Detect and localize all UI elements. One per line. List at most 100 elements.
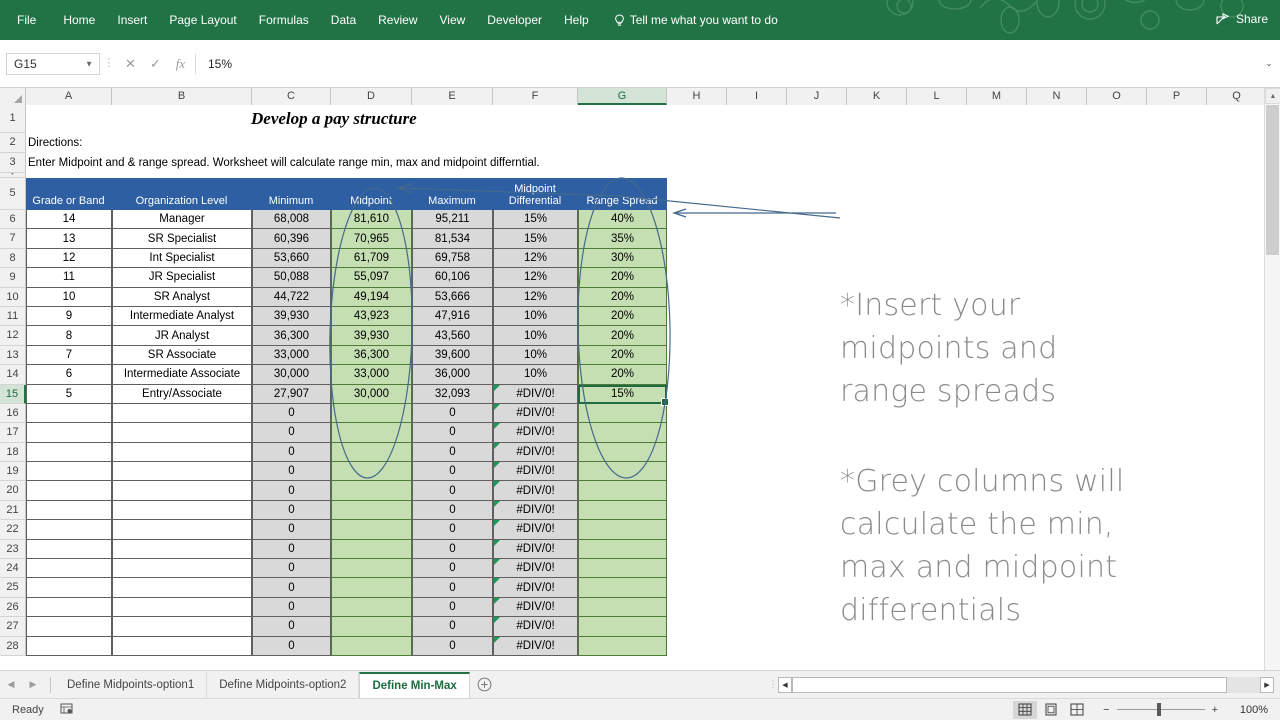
chevron-right-icon[interactable]: ▶: [22, 672, 44, 698]
grid-cell-blank[interactable]: [667, 637, 1280, 656]
row-header-19[interactable]: 19: [0, 462, 26, 481]
grid-cell-blank[interactable]: [667, 249, 1280, 268]
cell-midpoint[interactable]: [331, 520, 412, 539]
cell-range-spread[interactable]: [578, 520, 667, 539]
cell-grade[interactable]: [26, 559, 112, 578]
cell-minimum[interactable]: 44,722: [252, 288, 331, 307]
cell-midpoint[interactable]: [331, 578, 412, 597]
zoom-control[interactable]: − +: [1103, 704, 1218, 716]
cell-grade[interactable]: 5: [26, 385, 112, 404]
cell-maximum[interactable]: 0: [412, 598, 493, 617]
fx-icon[interactable]: fx: [168, 53, 193, 75]
cell-grade[interactable]: 6: [26, 365, 112, 384]
column-header-f[interactable]: F: [493, 88, 578, 105]
share-button[interactable]: Share: [1216, 12, 1268, 26]
cell-midpoint-differential[interactable]: #DIV/0!: [493, 520, 578, 539]
cell-grade[interactable]: [26, 462, 112, 481]
cell-range-spread[interactable]: 15%: [578, 385, 667, 404]
cell-level[interactable]: [112, 481, 252, 500]
cell-level[interactable]: [112, 501, 252, 520]
cell-level[interactable]: [112, 404, 252, 423]
cell-midpoint[interactable]: [331, 404, 412, 423]
cancel-icon[interactable]: ✕: [118, 53, 143, 75]
row-header-17[interactable]: 17: [0, 423, 26, 442]
row-header-24[interactable]: 24: [0, 559, 26, 578]
cell-level[interactable]: JR Analyst: [112, 326, 252, 345]
cell-minimum[interactable]: 0: [252, 540, 331, 559]
cell-level[interactable]: [112, 578, 252, 597]
cell-range-spread[interactable]: 20%: [578, 365, 667, 384]
row-header-9[interactable]: 9: [0, 268, 26, 287]
cell-maximum[interactable]: 69,758: [412, 249, 493, 268]
row-header-8[interactable]: 8: [0, 249, 26, 268]
cell-midpoint-differential[interactable]: 10%: [493, 326, 578, 345]
cell-midpoint[interactable]: [331, 540, 412, 559]
column-header-d[interactable]: D: [331, 88, 412, 105]
cell-midpoint[interactable]: 61,709: [331, 249, 412, 268]
cell-level[interactable]: JR Specialist: [112, 268, 252, 287]
cell-midpoint[interactable]: [331, 598, 412, 617]
menu-item-file[interactable]: File: [0, 0, 52, 40]
cell-range-spread[interactable]: [578, 443, 667, 462]
row-header-10[interactable]: 10: [0, 288, 26, 307]
cell-range-spread[interactable]: 20%: [578, 326, 667, 345]
cell-level[interactable]: Int Specialist: [112, 249, 252, 268]
cell-midpoint[interactable]: [331, 559, 412, 578]
row-header-21[interactable]: 21: [0, 501, 26, 520]
cell-range-spread[interactable]: 30%: [578, 249, 667, 268]
cell-midpoint-differential[interactable]: #DIV/0!: [493, 559, 578, 578]
cell-maximum[interactable]: 0: [412, 559, 493, 578]
cell-grade[interactable]: 13: [26, 229, 112, 248]
grid-row[interactable]: 14Manager68,00881,61095,21115%40%: [26, 210, 1280, 229]
cell-midpoint[interactable]: [331, 637, 412, 656]
cell-minimum[interactable]: 30,000: [252, 365, 331, 384]
zoom-in-button[interactable]: +: [1212, 704, 1218, 716]
record-macro-icon[interactable]: [60, 702, 73, 718]
cell-minimum[interactable]: 0: [252, 598, 331, 617]
cell-maximum[interactable]: 0: [412, 617, 493, 636]
menu-item-view[interactable]: View: [429, 0, 477, 40]
cell-minimum[interactable]: 0: [252, 404, 331, 423]
cell-range-spread[interactable]: 20%: [578, 307, 667, 326]
cell-midpoint-differential[interactable]: 12%: [493, 288, 578, 307]
menu-item-page-layout[interactable]: Page Layout: [158, 0, 247, 40]
chevron-left-icon[interactable]: ◀: [0, 672, 22, 698]
cell-grade[interactable]: 12: [26, 249, 112, 268]
cell-midpoint[interactable]: 81,610: [331, 210, 412, 229]
row-header-11[interactable]: 11: [0, 307, 26, 326]
cell-grade[interactable]: [26, 501, 112, 520]
page-break-view-icon[interactable]: [1065, 701, 1089, 719]
menu-item-help[interactable]: Help: [553, 0, 600, 40]
cell-midpoint[interactable]: [331, 462, 412, 481]
cell-maximum[interactable]: 60,106: [412, 268, 493, 287]
grid-row[interactable]: Directions:: [26, 133, 1280, 153]
column-header-i[interactable]: I: [727, 88, 787, 105]
cell-range-spread[interactable]: [578, 578, 667, 597]
table-header-0[interactable]: Grade or Band: [26, 178, 112, 210]
cell-level[interactable]: [112, 462, 252, 481]
cell-range-spread[interactable]: [578, 559, 667, 578]
select-all-corner[interactable]: [0, 88, 26, 105]
row-header-28[interactable]: 28: [0, 637, 26, 656]
cell-midpoint-differential[interactable]: 12%: [493, 249, 578, 268]
column-header-h[interactable]: H: [667, 88, 727, 105]
sheet-tab-define-midpoints-option2[interactable]: Define Midpoints-option2: [207, 672, 359, 698]
page-layout-view-icon[interactable]: [1039, 701, 1063, 719]
grid-cell-blank[interactable]: [667, 229, 1280, 248]
row-header-22[interactable]: 22: [0, 520, 26, 539]
cell-level[interactable]: Intermediate Associate: [112, 365, 252, 384]
cell-grade[interactable]: 14: [26, 210, 112, 229]
cell-minimum[interactable]: 0: [252, 481, 331, 500]
cell-midpoint[interactable]: 70,965: [331, 229, 412, 248]
cell-grade[interactable]: [26, 578, 112, 597]
row-header-5[interactable]: 5: [0, 178, 26, 210]
cell-maximum[interactable]: 0: [412, 481, 493, 500]
cell-level[interactable]: Manager: [112, 210, 252, 229]
grid-row[interactable]: Develop a pay structure: [26, 105, 1280, 133]
cell-midpoint-differential[interactable]: #DIV/0!: [493, 617, 578, 636]
row-header-14[interactable]: 14: [0, 365, 26, 384]
menu-item-formulas[interactable]: Formulas: [248, 0, 320, 40]
scroll-up-icon[interactable]: ▲: [1265, 88, 1280, 104]
cell-minimum[interactable]: 53,660: [252, 249, 331, 268]
cell-maximum[interactable]: 0: [412, 578, 493, 597]
